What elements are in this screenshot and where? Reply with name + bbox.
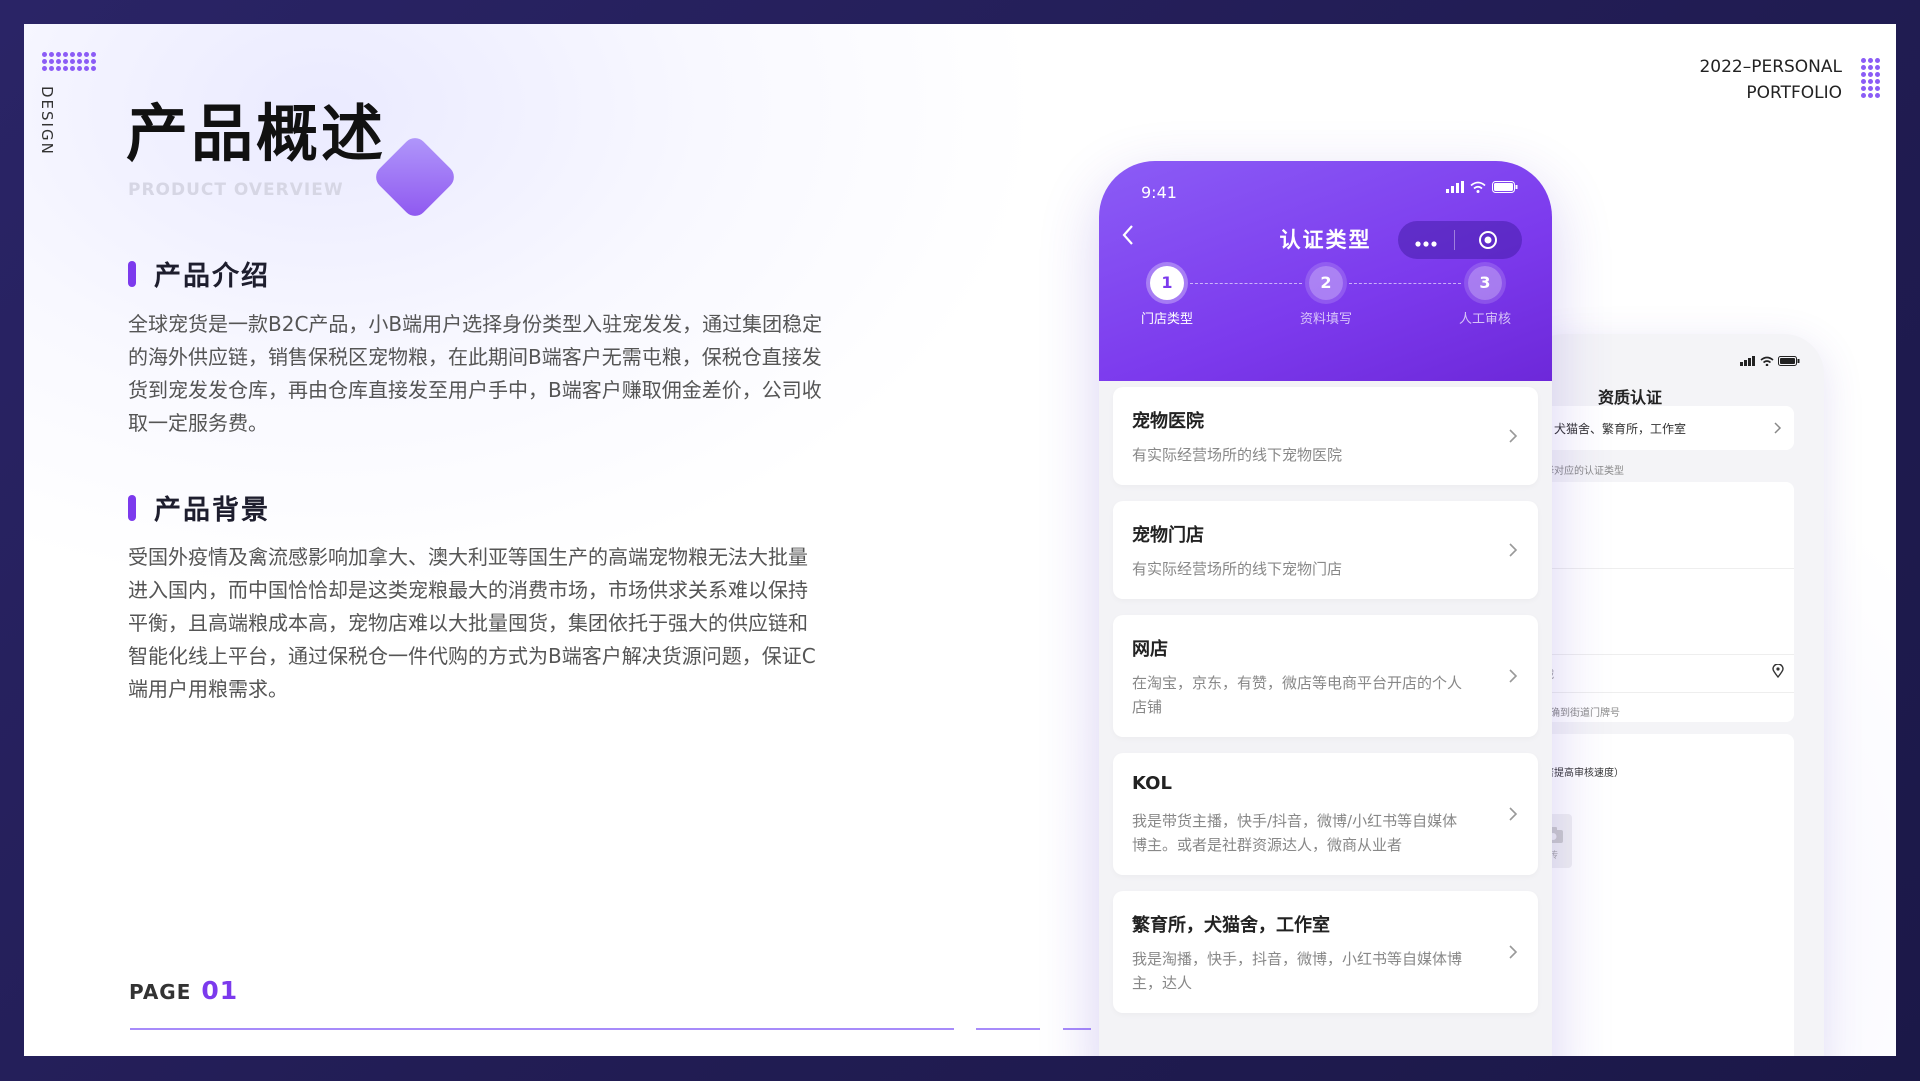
upload-card: 显著提高审核速度） 上传: [1534, 734, 1794, 1056]
wifi-icon: [1470, 181, 1486, 193]
slide: DESIGN 2022–PERSONAL PORTFOLIO 产品概述 PROD…: [24, 24, 1896, 1056]
design-vertical-label: DESIGN: [38, 86, 56, 156]
step-label: 人工审核: [1458, 312, 1511, 327]
wifi-icon: [1760, 356, 1774, 366]
section-heading-background: 产品背景: [128, 488, 270, 527]
option-desc: 有实际经营场所的线下宠物医院: [1132, 446, 1343, 464]
option-desc: 我是带货主播，快手/抖音，微博/小红书等自媒体博主。或者是社群资源达人，微商从业…: [1132, 812, 1458, 854]
page-subtitle: PRODUCT OVERVIEW: [128, 180, 344, 200]
dot-grid-decoration: [1861, 58, 1880, 98]
section-heading-intro: 产品介绍: [128, 254, 270, 293]
option-card-pet-hospital[interactable]: 宠物医院 有实际经营场所的线下宠物医院: [1113, 387, 1538, 485]
option-title: KOL: [1132, 773, 1172, 794]
footer-rule: [1063, 1028, 1091, 1030]
address-input[interactable]: 精确到街道门牌号: [1540, 704, 1620, 719]
chevron-right-icon: [1509, 669, 1518, 683]
status-bar-icons: [1446, 181, 1518, 193]
portfolio-line: 2022–PERSONAL: [1699, 57, 1842, 77]
option-desc: 有实际经营场所的线下宠物门店: [1132, 560, 1343, 578]
step-number: 1: [1150, 266, 1184, 300]
more-dots-icon: [1415, 241, 1437, 247]
option-card-online-store[interactable]: 网店 在淘宝，京东，有赞，微店等电商平台开店的个人店铺: [1113, 615, 1538, 737]
selected-type-value: 犬猫舍、繁育所，工作室: [1554, 422, 1687, 436]
option-desc: 在淘宝，京东，有赞，微店等电商平台开店的个人店铺: [1132, 674, 1463, 716]
divider: [1534, 568, 1794, 569]
step-number: 3: [1468, 266, 1502, 300]
page-title: 产品概述: [126, 97, 387, 170]
option-title: 网店: [1132, 639, 1168, 660]
location-pin-icon[interactable]: [1772, 664, 1784, 678]
close-program-button[interactable]: [1455, 230, 1521, 250]
selected-type-row[interactable]: 犬猫舍、繁育所，工作室: [1534, 406, 1794, 450]
section-heading: 产品介绍: [154, 261, 270, 292]
secondary-screen-title: 资质认证: [1598, 388, 1663, 407]
chevron-right-icon: [1509, 543, 1518, 557]
phone-mockup-primary: 9:41 认证类型 1 门店类型 2 资料填写 3 人工审核 宠物医院 有实际经…: [1099, 161, 1552, 1056]
battery-icon: [1778, 356, 1800, 366]
step-3: 3 人工审核: [1440, 266, 1530, 327]
option-card-kol[interactable]: KOL 我是带货主播，快手/抖音，微博/小红书等自媒体博主。或者是社群资源达人，…: [1113, 753, 1538, 875]
option-card-pet-store[interactable]: 宠物门店 有实际经营场所的线下宠物门店: [1113, 501, 1538, 599]
battery-icon: [1492, 181, 1518, 193]
step-number: 2: [1309, 266, 1343, 300]
chevron-right-icon: [1509, 429, 1518, 443]
divider: [1534, 654, 1794, 655]
chevron-right-icon: [1509, 945, 1518, 959]
option-title: 宠物门店: [1132, 525, 1204, 546]
page-label: PAGE: [129, 980, 192, 1004]
option-card-breeder[interactable]: 繁育所，犬猫舍，工作室 我是淘播，快手，抖音，微博，小红书等自媒体博主，达人: [1113, 891, 1538, 1013]
page-indicator: PAGE 01: [129, 976, 238, 1005]
step-2: 2 资料填写: [1281, 266, 1371, 327]
section-body-background: 受国外疫情及禽流感影响加拿大、澳大利亚等国生产的高端宠物粮无法大批量进入国内，而…: [128, 545, 816, 701]
section-accent-bar: [128, 260, 136, 287]
more-button[interactable]: [1398, 228, 1454, 252]
option-title: 宠物医院: [1132, 411, 1204, 432]
step-label: 门店类型: [1140, 312, 1193, 327]
portfolio-line: PORTFOLIO: [1746, 83, 1842, 103]
step-1: 1 门店类型: [1122, 266, 1212, 327]
mini-program-capsule: [1398, 221, 1522, 259]
step-label: 资料填写: [1299, 312, 1352, 327]
option-desc: 我是淘播，快手，抖音，微博，小红书等自媒体博主，达人: [1132, 950, 1463, 992]
target-icon: [1479, 231, 1497, 249]
footer-rule: [130, 1028, 954, 1030]
phone-mockup-secondary: 资质认证 犬猫舍、繁育所，工作室 况选择对应的认证类型 区域 精确到街道门牌号 …: [1524, 334, 1824, 1056]
chevron-right-icon: [1774, 422, 1782, 434]
status-time: 9:41: [1141, 183, 1177, 202]
option-title: 繁育所，犬猫舍，工作室: [1132, 915, 1330, 936]
section-body-intro: 全球宠货是一款B2C产品，小B端用户选择身份类型入驻宠发发，通过集团稳定的海外供…: [128, 312, 823, 435]
signal-icon: [1740, 356, 1755, 366]
section-accent-bar: [128, 494, 136, 521]
signal-icon: [1446, 181, 1464, 193]
portfolio-label: 2022–PERSONAL PORTFOLIO: [1699, 54, 1842, 106]
status-bar-icons: [1740, 356, 1800, 366]
chevron-right-icon: [1509, 807, 1518, 821]
dot-grid-decoration: [42, 52, 96, 71]
form-card: 区域 精确到街道门牌号: [1534, 482, 1794, 722]
divider: [1534, 692, 1794, 693]
section-heading: 产品背景: [154, 495, 270, 526]
page-number: 01: [201, 976, 239, 1005]
footer-rule: [976, 1028, 1040, 1030]
